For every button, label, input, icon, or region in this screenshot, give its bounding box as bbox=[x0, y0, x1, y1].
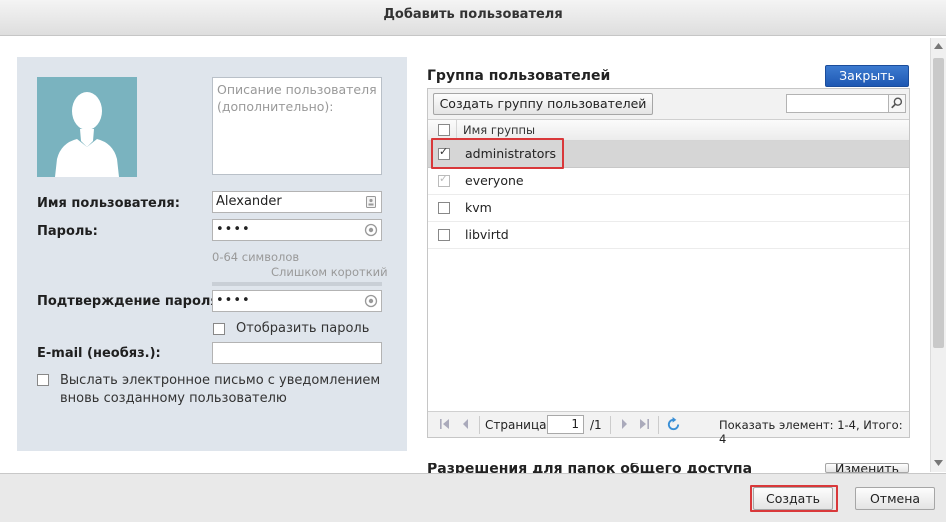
contact-card-icon bbox=[366, 196, 376, 208]
scroll-up-icon[interactable] bbox=[934, 42, 943, 50]
password-input[interactable]: •••• bbox=[212, 219, 382, 241]
scrollbar-thumb[interactable] bbox=[933, 58, 944, 348]
confirm-password-label: Подтверждение пароля: bbox=[37, 294, 224, 309]
confirm-password-input[interactable]: •••• bbox=[212, 290, 382, 312]
group-name: libvirtd bbox=[465, 227, 509, 242]
share-permissions-title: Разрешения для папок общего доступа bbox=[427, 463, 757, 473]
group-name-column-header[interactable]: Имя группы bbox=[463, 123, 535, 137]
search-button[interactable] bbox=[888, 94, 906, 113]
last-page-icon[interactable] bbox=[638, 418, 650, 430]
group-row-everyone[interactable]: everyone bbox=[428, 168, 909, 195]
share-permissions-edit-button[interactable]: Изменить bbox=[825, 463, 909, 473]
prev-page-icon[interactable] bbox=[460, 418, 472, 430]
show-password-eye-icon[interactable] bbox=[364, 223, 378, 237]
group-name: everyone bbox=[465, 173, 524, 188]
refresh-icon[interactable] bbox=[666, 417, 681, 432]
close-groups-button[interactable]: Закрыть bbox=[825, 65, 909, 87]
show-password-label: Отобразить пароль bbox=[236, 321, 370, 336]
user-details-panel: Описание пользователя (дополнительно): И… bbox=[17, 57, 407, 451]
column-divider bbox=[456, 120, 457, 140]
group-checkbox-administrators[interactable] bbox=[438, 145, 450, 160]
dialog-footer: Создать Отмена bbox=[0, 473, 946, 522]
scroll-down-icon[interactable] bbox=[934, 459, 943, 467]
group-checkbox-kvm[interactable] bbox=[438, 202, 450, 214]
password-strength-bar bbox=[212, 282, 382, 286]
username-value: Alexander bbox=[216, 194, 282, 209]
group-search-input[interactable] bbox=[786, 94, 890, 113]
page-label: Страница bbox=[485, 418, 547, 432]
create-group-button[interactable]: Создать группу пользователей bbox=[433, 93, 653, 115]
password-value: •••• bbox=[216, 222, 251, 237]
username-input[interactable]: Alexander bbox=[212, 191, 382, 213]
email-input[interactable] bbox=[212, 342, 382, 364]
group-row-administrators[interactable]: administrators bbox=[428, 141, 909, 168]
cancel-button[interactable]: Отмена bbox=[855, 487, 935, 510]
password-length-hint: 0-64 символов bbox=[212, 250, 300, 264]
first-page-icon[interactable] bbox=[439, 418, 451, 430]
pager-divider bbox=[479, 416, 480, 434]
next-page-icon[interactable] bbox=[618, 418, 630, 430]
search-icon bbox=[891, 97, 903, 109]
create-button[interactable]: Создать bbox=[753, 487, 833, 510]
dialog-title: Добавить пользователя bbox=[383, 7, 563, 22]
notify-email-checkbox[interactable] bbox=[37, 374, 49, 386]
confirm-password-value: •••• bbox=[216, 293, 251, 308]
username-label: Имя пользователя: bbox=[37, 196, 180, 211]
description-textarea[interactable]: Описание пользователя (дополнительно): bbox=[212, 77, 382, 175]
groups-pager: Страница 1 /1 Показать элемент: 1-4, Ито… bbox=[428, 411, 909, 446]
groups-table-header: Имя группы bbox=[428, 120, 909, 141]
pager-divider bbox=[658, 416, 659, 434]
page-total: /1 bbox=[590, 418, 602, 432]
show-password-checkbox[interactable] bbox=[213, 323, 225, 335]
page-number-input[interactable]: 1 bbox=[547, 415, 584, 434]
group-name: kvm bbox=[465, 200, 492, 215]
notify-email-label-line2: вновь созданному пользователю bbox=[60, 391, 287, 406]
group-checkbox-libvirtd[interactable] bbox=[438, 229, 450, 241]
user-silhouette-icon bbox=[37, 77, 137, 177]
user-avatar bbox=[37, 77, 137, 177]
user-groups-title: Группа пользователей bbox=[427, 68, 611, 84]
notify-email-label-line1: Выслать электронное письмо с уведомление… bbox=[60, 373, 381, 388]
share-permissions-title-text: Разрешения для папок общего доступа bbox=[427, 463, 753, 473]
group-checkbox-everyone bbox=[438, 172, 450, 187]
dialog-scrollbar[interactable] bbox=[930, 38, 946, 472]
show-confirm-eye-icon[interactable] bbox=[364, 294, 378, 308]
groups-grid: Создать группу пользователей Имя группы … bbox=[427, 88, 910, 446]
password-strength-text: Слишком короткий bbox=[271, 265, 388, 279]
group-row-kvm[interactable]: kvm bbox=[428, 195, 909, 222]
pager-summary: Показать элемент: 1-4, Итого: 4 bbox=[719, 418, 903, 446]
groups-toolbar: Создать группу пользователей bbox=[428, 89, 909, 120]
edit-button-label: Изменить bbox=[834, 463, 900, 473]
group-row-libvirtd[interactable]: libvirtd bbox=[428, 222, 909, 249]
group-name: administrators bbox=[465, 146, 557, 161]
dialog-titlebar: Добавить пользователя bbox=[0, 0, 946, 36]
select-all-checkbox[interactable] bbox=[438, 124, 450, 136]
email-label: E-mail (необяз.): bbox=[37, 346, 161, 361]
pager-divider bbox=[610, 416, 611, 434]
password-label: Пароль: bbox=[37, 224, 98, 239]
